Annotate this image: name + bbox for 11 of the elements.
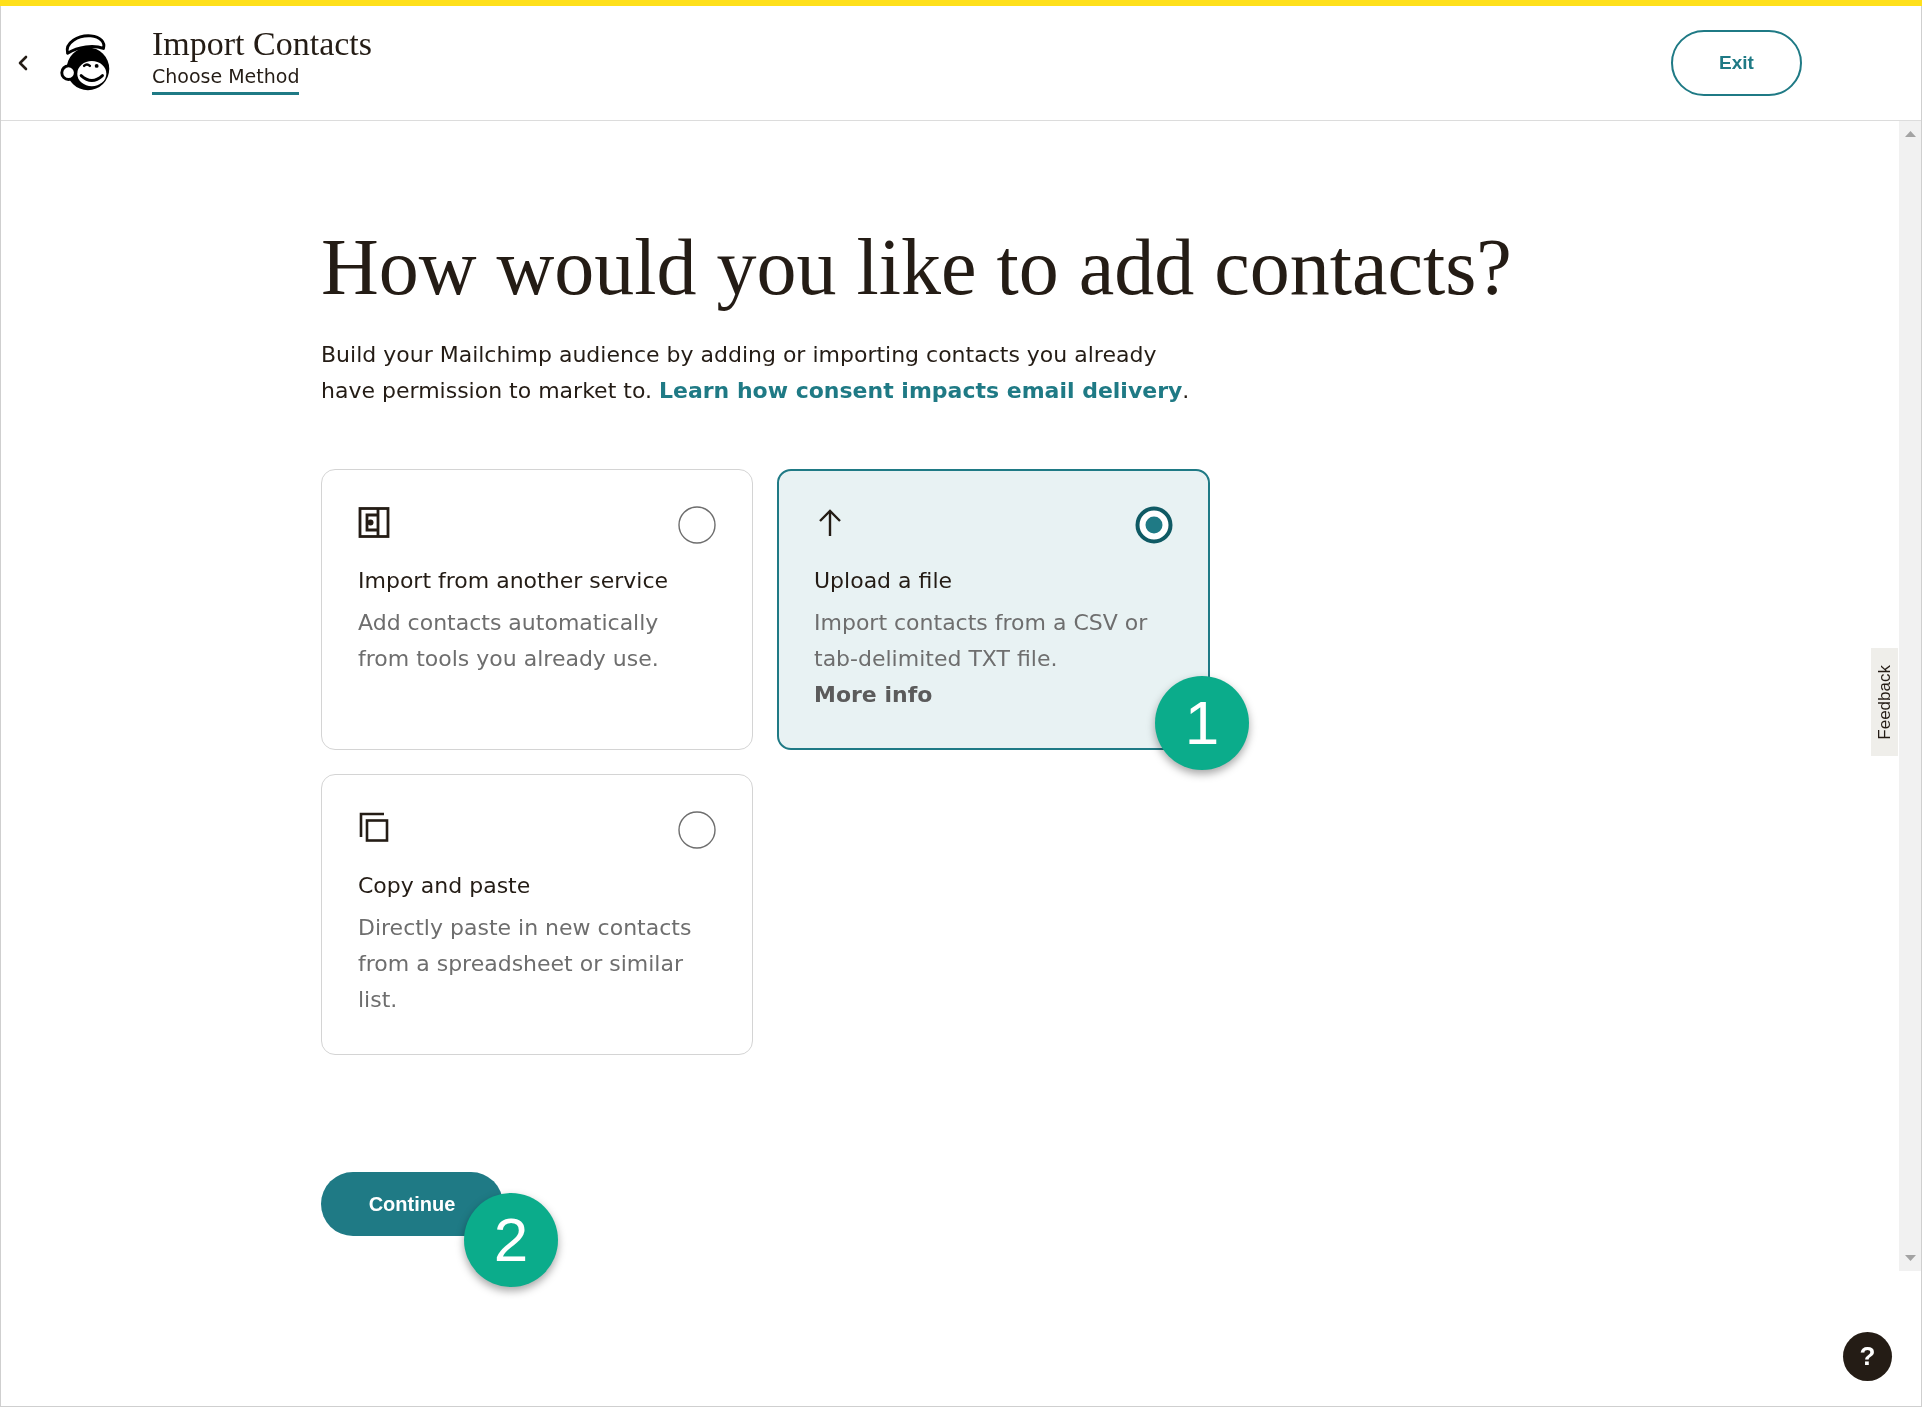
page-title: Import Contacts <box>152 25 373 62</box>
annotation-overlay: 2 <box>464 1193 558 1287</box>
method-title: Copy and paste <box>358 872 532 900</box>
method-title: Upload a file <box>814 567 954 595</box>
current-step-label: Choose Method <box>152 63 300 95</box>
annotation-overlay: 1 <box>1155 676 1249 770</box>
intro-paragraph: Build your Mailchimp audience by adding or importing contacts you already have permission to market to. Learn how consent impacts email delivery. <box>321 341 1191 405</box>
method-title: Import from another service <box>358 567 670 595</box>
method-description: Directly paste in new contacts from a spreadsheet or similar list. <box>358 914 693 1014</box>
method-description: Import contacts from a CSV or tab-delimited TXT file. <box>814 609 1149 673</box>
method-description: Add contacts automatically from tools you already use. <box>358 609 660 673</box>
